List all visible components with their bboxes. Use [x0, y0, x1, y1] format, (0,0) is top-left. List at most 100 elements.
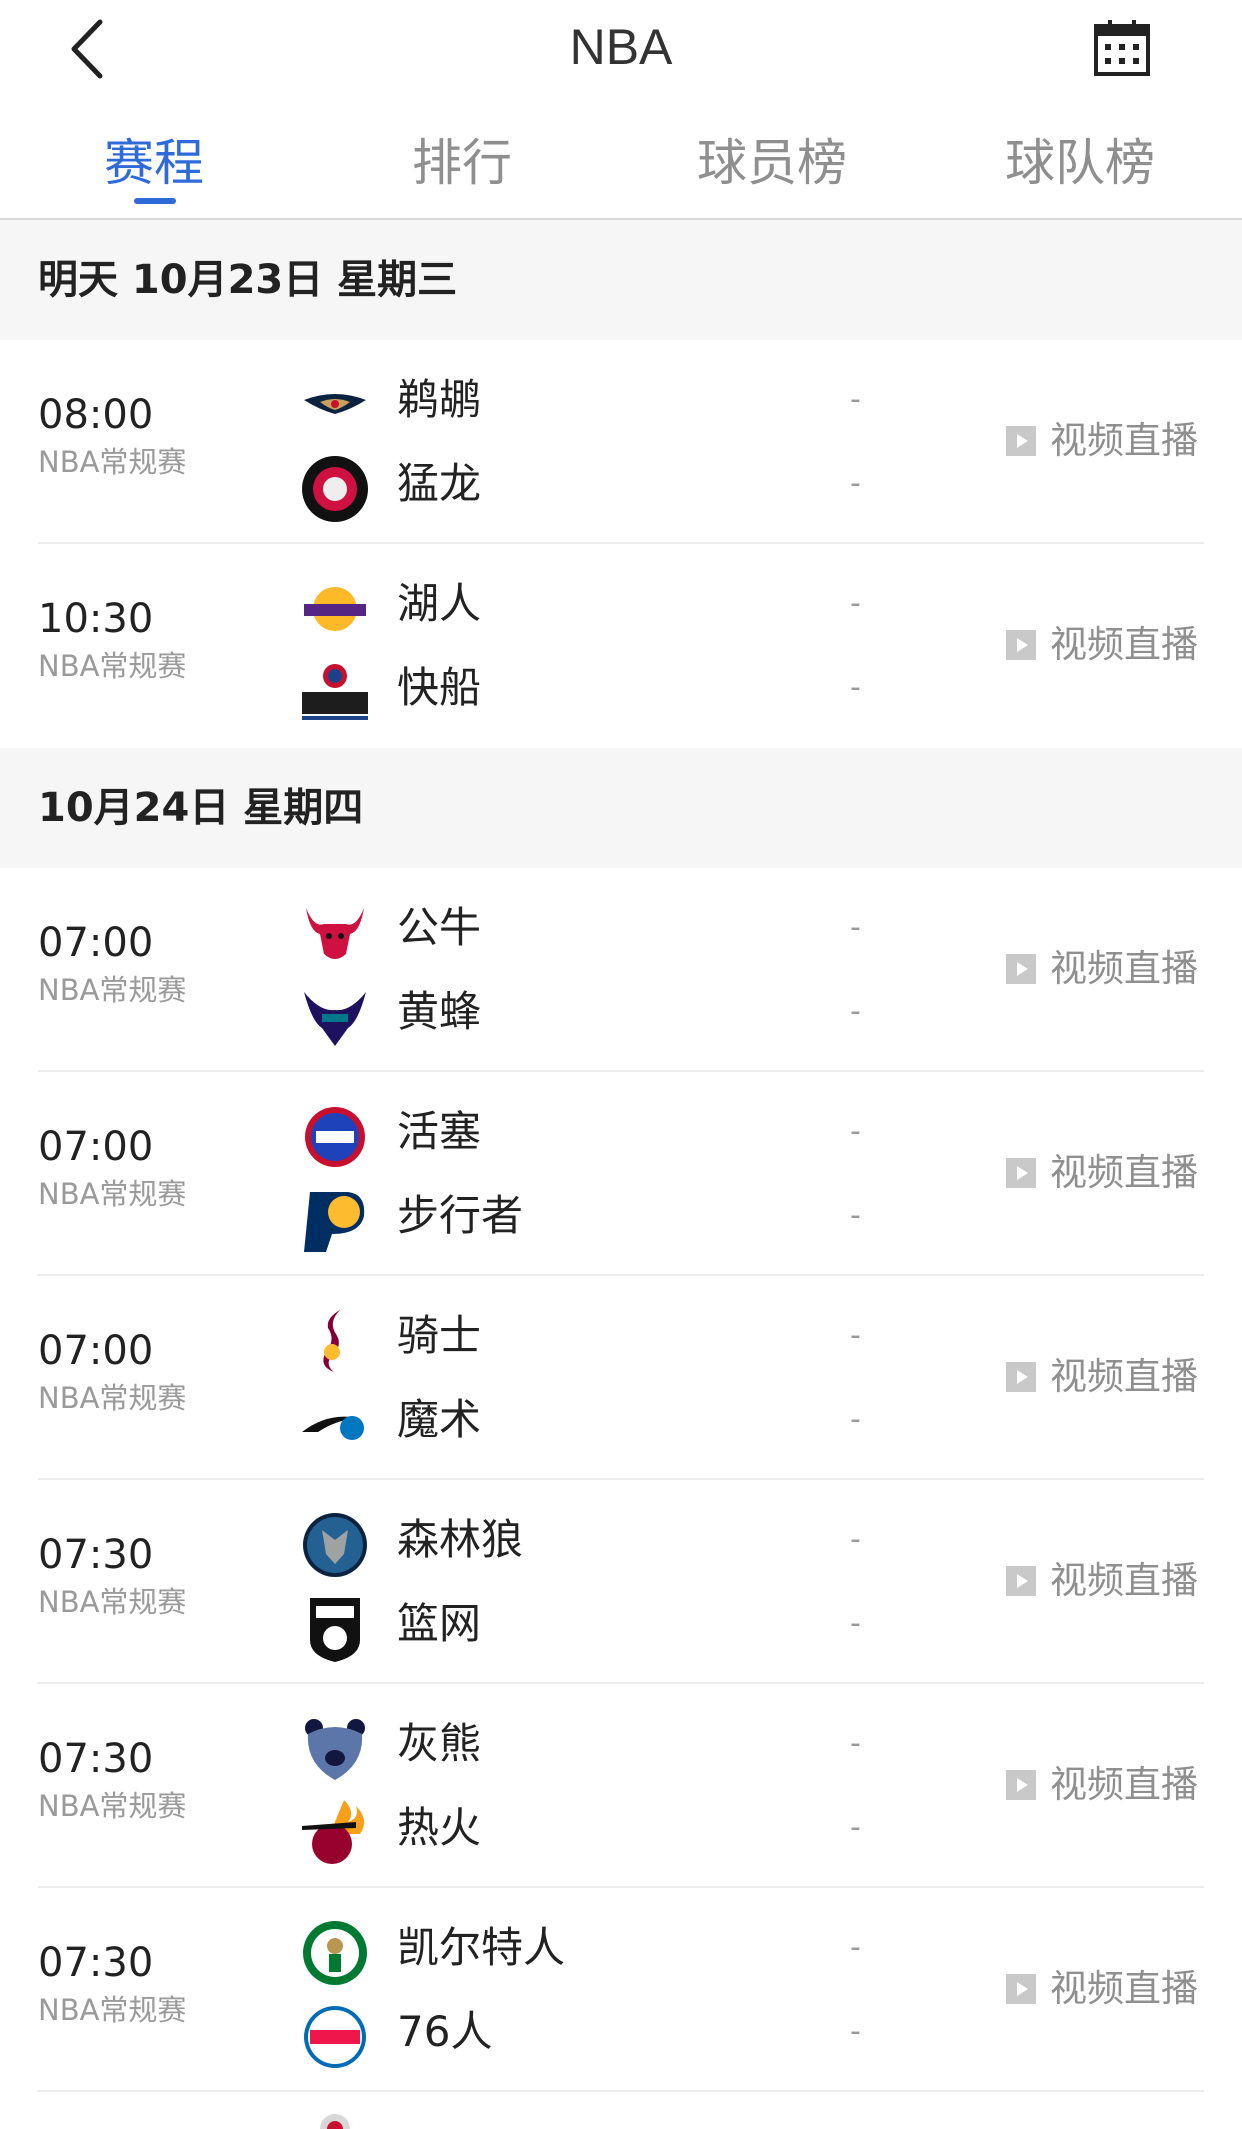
raptors-logo-icon	[302, 456, 368, 522]
tab-player-board[interactable]: 球员榜	[652, 132, 892, 194]
play-icon	[1006, 954, 1036, 984]
video-live-button[interactable]: 视频直播	[1006, 1760, 1216, 1810]
team-score: -	[850, 2014, 861, 2049]
match-item[interactable]: 07:30 NBA常规赛 森林狼 - 篮网 - 视频直播	[0, 1480, 1242, 1684]
match-item[interactable]: 07:00 NBA常规赛 骑士 - 魔术 - 视频直播	[0, 1276, 1242, 1480]
team-score: -	[850, 1198, 861, 1233]
video-live-label: 视频直播	[1050, 1151, 1198, 1194]
team-score: -	[850, 1606, 861, 1641]
date-header: 明天 10月23日 星期三	[0, 220, 1242, 340]
team-score: -	[850, 1810, 861, 1845]
video-live-label: 视频直播	[1050, 419, 1198, 462]
hornets-logo-icon	[304, 992, 366, 1046]
match-time: 07:30	[38, 1940, 154, 1986]
team-name: 热火	[397, 1803, 482, 1852]
76ers-logo-icon	[304, 2006, 366, 2068]
magic-logo-icon	[302, 1416, 364, 1440]
video-live-label: 视频直播	[1050, 947, 1198, 990]
team-name: 猛龙	[397, 459, 482, 508]
timberwolves-logo-icon	[303, 1513, 367, 1577]
team-row-home: 鹈鹕 -	[300, 366, 900, 440]
clippers-logo-icon	[302, 664, 368, 720]
video-live-button[interactable]: 视频直播	[1006, 1148, 1216, 1198]
tab-team-board[interactable]: 球队榜	[960, 132, 1200, 194]
video-live-label: 视频直播	[1050, 1355, 1198, 1398]
tab-bar: 赛程 排行 球员榜 球队榜	[0, 120, 1242, 220]
match-type: NBA常规赛	[38, 973, 187, 1007]
team-row-away: 76人 -	[300, 1998, 900, 2072]
team-score: -	[850, 1318, 861, 1353]
pistons-logo-icon	[305, 1107, 365, 1167]
team-logo-icon	[320, 2114, 350, 2129]
match-type: NBA常规赛	[38, 1381, 187, 1415]
team-score: -	[850, 1930, 861, 1965]
team-score: -	[850, 466, 861, 501]
video-live-button[interactable]: 视频直播	[1006, 1556, 1216, 1606]
tab-schedule[interactable]: 赛程	[34, 132, 274, 194]
bulls-logo-icon	[306, 908, 364, 959]
team-row-home: 森林狼 -	[300, 1506, 900, 1580]
play-icon	[1006, 1770, 1036, 1800]
team-name: 灰熊	[397, 1719, 482, 1768]
team-name: 鹈鹕	[397, 375, 482, 424]
video-live-label: 视频直播	[1050, 1763, 1198, 1806]
video-live-label: 视频直播	[1050, 623, 1198, 666]
video-live-label: 视频直播	[1050, 1559, 1198, 1602]
match-type: NBA常规赛	[38, 1993, 187, 2027]
team-row-away: 魔术 -	[300, 1386, 900, 1460]
match-time: 10:30	[38, 596, 154, 642]
video-live-button[interactable]: 视频直播	[1006, 944, 1216, 994]
match-item[interactable]: 07:30 NBA常规赛 凯尔特人 - 76人 - 视频直播	[0, 1888, 1242, 2092]
calendar-button[interactable]	[1092, 18, 1152, 78]
team-name: 骑士	[397, 1311, 482, 1360]
play-icon	[1006, 426, 1036, 456]
team-row-home: 活塞 -	[300, 1098, 900, 1172]
video-live-button[interactable]: 视频直播	[1006, 416, 1216, 466]
match-type: NBA常规赛	[38, 1789, 187, 1823]
date-label: 10月24日 星期四	[38, 785, 364, 831]
team-score: -	[850, 586, 861, 621]
team-row-home: 湖人 -	[300, 570, 900, 644]
tab-ranking[interactable]: 排行	[342, 132, 582, 194]
match-time: 07:00	[38, 1124, 154, 1170]
team-name: 步行者	[397, 1191, 524, 1240]
match-item[interactable]: 07:00 NBA常规赛 公牛 - 黄蜂 - 视频直播	[0, 868, 1242, 1072]
divider	[38, 2090, 1204, 2092]
team-row-away: 步行者 -	[300, 1182, 900, 1256]
match-item[interactable]: 10:30 NBA常规赛 湖人 - 快船 - 视频直播	[0, 544, 1242, 748]
video-live-button[interactable]: 视频直播	[1006, 1352, 1216, 1402]
match-time: 07:30	[38, 1532, 154, 1578]
video-live-button[interactable]: 视频直播	[1006, 620, 1216, 670]
next-match-partial	[318, 2112, 352, 2129]
team-score: -	[850, 910, 861, 945]
team-row-away: 快船 -	[300, 654, 900, 728]
match-item[interactable]: 07:30 NBA常规赛 灰熊 - 热火 - 视频直播	[0, 1684, 1242, 1888]
video-live-label: 视频直播	[1050, 1967, 1198, 2010]
lakers-logo-icon	[304, 587, 366, 631]
team-name: 湖人	[397, 579, 482, 628]
team-row-away: 热火 -	[300, 1794, 900, 1868]
match-time: 08:00	[38, 392, 154, 438]
team-row-home: 骑士 -	[300, 1302, 900, 1376]
team-name: 篮网	[397, 1599, 482, 1648]
team-name: 76人	[397, 2007, 493, 2056]
team-score: -	[850, 670, 861, 705]
match-type: NBA常规赛	[38, 649, 187, 683]
play-icon	[1006, 630, 1036, 660]
page-title: NBA	[569, 19, 673, 75]
heat-logo-icon	[302, 1800, 365, 1864]
video-live-button[interactable]: 视频直播	[1006, 1964, 1216, 2014]
team-name: 快船	[397, 663, 482, 712]
calendar-icon	[1094, 20, 1150, 76]
team-score: -	[850, 1402, 861, 1437]
date-label: 明天 10月23日 星期三	[38, 257, 458, 303]
match-item[interactable]: 08:00 NBA常规赛 鹈鹕 - 猛龙 - 视频直播	[0, 340, 1242, 544]
play-icon	[1006, 1566, 1036, 1596]
match-type: NBA常规赛	[38, 1585, 187, 1619]
match-time: 07:30	[38, 1736, 154, 1782]
team-name: 魔术	[397, 1395, 482, 1444]
pacers-logo-icon	[304, 1192, 365, 1252]
top-bar: NBA	[0, 0, 1242, 100]
match-item[interactable]: 07:00 NBA常规赛 活塞 - 步行者 - 视频直播	[0, 1072, 1242, 1276]
play-icon	[1006, 1158, 1036, 1188]
